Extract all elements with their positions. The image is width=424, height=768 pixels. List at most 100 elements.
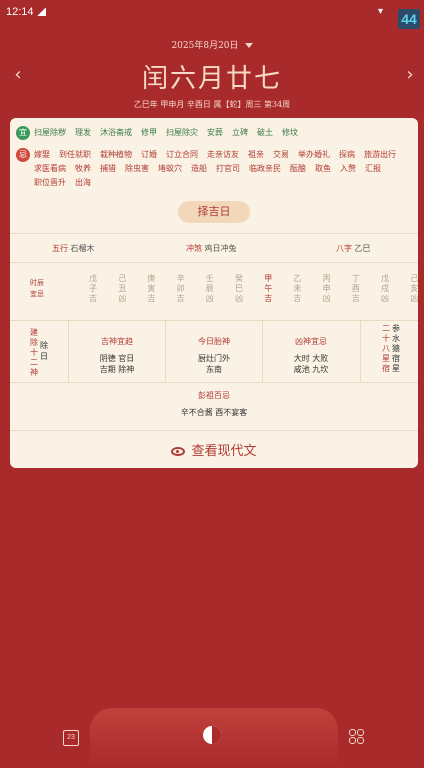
shichen-stem: 戊	[89, 274, 97, 283]
jishen-value: 阴德 官日	[99, 354, 135, 363]
ji-item: 职位晋升	[34, 178, 66, 187]
shichen-branch: 丑	[118, 284, 127, 293]
ji-item: 走亲访友	[207, 150, 239, 159]
yi-item: 修坟	[282, 128, 298, 137]
shichen-branch: 未	[293, 284, 302, 293]
shichen-header-line2: 宜忌	[30, 290, 44, 298]
yi-item: 沐浴斋戒	[100, 128, 132, 137]
ganzhi-line: 乙巳年 甲申月 辛酉日 属【蛇】周三 第34周	[133, 100, 291, 109]
calendar-icon[interactable]: 23	[63, 730, 79, 746]
jishen-block: 吉神宜趋 阴德 官日 吉期 除神	[70, 336, 164, 375]
xiu-char: 十	[382, 334, 390, 343]
chongsha-value: 鸡日冲兔	[204, 244, 237, 253]
shichen-table: 时辰 宜忌 戊子吉己丑凶庚寅吉辛卯吉壬辰凶癸巳凶甲午吉乙未吉丙申凶丁酉吉戊戌凶己…	[10, 262, 418, 320]
yi-items: 扫屋除秽 理发 沐浴斋戒 修甲 扫屋除灾 安葬 立碑 破土 修坟	[34, 126, 414, 140]
divider	[10, 382, 418, 383]
shichen-branch: 亥	[410, 284, 418, 293]
divider	[360, 320, 361, 382]
shichen-stem: 己	[410, 274, 418, 283]
jianchu-value: 除 日	[40, 340, 52, 362]
xiu-char: 宿	[382, 364, 390, 373]
shichen-branch: 卯	[176, 284, 185, 293]
yin-yang-icon[interactable]	[203, 726, 221, 744]
shichen-column: 戊戌凶	[378, 274, 392, 304]
ji-item: 旅游出行	[364, 150, 396, 159]
shichen-column: 辛卯吉	[174, 274, 188, 304]
xiu-row: 星宿	[382, 354, 404, 364]
shichen-luck: 吉	[147, 294, 156, 303]
jianchu-value-char: 日	[40, 352, 48, 361]
shichen-stem: 己	[118, 274, 127, 283]
shichen-luck: 吉	[176, 294, 185, 303]
shichen-branch: 寅	[147, 284, 156, 293]
date-selector-label: 2025年8月20日	[171, 41, 239, 51]
ji-item: 祖亲	[248, 150, 264, 159]
grid-icon[interactable]	[349, 729, 365, 745]
signal-icon	[36, 8, 46, 16]
status-bar: 12:14 ▾	[0, 0, 424, 24]
pengzu-value: 辛不合酱 酉不宴客	[180, 408, 248, 417]
yi-item: 修甲	[141, 128, 157, 137]
shichen-branch: 午	[264, 284, 273, 293]
calendar-icon-number: 23	[67, 734, 75, 741]
ji-icon: 忌	[16, 148, 30, 162]
taishen-block: 今日胎神 厨灶门外 东南	[166, 336, 262, 375]
taishen-value: 厨灶门外	[198, 354, 230, 363]
shichen-luck: 凶	[205, 294, 214, 303]
shichen-stem: 甲	[264, 274, 273, 283]
jishen-title: 吉神宜趋	[101, 337, 133, 346]
shichen-column: 壬辰凶	[203, 274, 217, 304]
ji-item: 探病	[339, 150, 355, 159]
shichen-column: 己丑凶	[115, 274, 129, 304]
ji-item: 捕猎	[100, 164, 116, 173]
shichen-column: 己亥凶	[407, 274, 418, 304]
ji-row: 忌 嫁娶 到任就职 栽种植物 订婚 订立合同 走亲访友 祖亲 交易 举办婚礼 探病 旅游出行求医看病…	[16, 148, 414, 192]
shichen-stem: 壬	[205, 274, 214, 283]
shichen-luck: 吉	[89, 294, 97, 303]
yi-item: 安葬	[207, 128, 223, 137]
divider	[10, 430, 418, 431]
shichen-column: 甲午吉	[261, 274, 275, 304]
pengzu-block: 彭祖百忌 辛不合酱 酉不宴客	[10, 390, 418, 418]
bazi-value: 乙巳	[354, 244, 371, 253]
yi-row: 宜 扫屋除秽 理发 沐浴斋戒 修甲 扫屋除灾 安葬 立碑 破土 修坟	[16, 126, 414, 142]
shichen-branch: 申	[322, 284, 331, 293]
shichen-branch: 子	[89, 284, 97, 293]
xiu-row: 宿星	[382, 364, 404, 374]
xiu-char: 猿	[392, 344, 400, 353]
ji-item: 汇报	[365, 164, 381, 173]
shichen-column: 丙申凶	[320, 274, 334, 304]
shichen-branch: 酉	[351, 284, 360, 293]
divider	[68, 320, 69, 382]
ji-item: 除虫害	[125, 164, 149, 173]
ji-item: 堵蚁穴	[158, 164, 182, 173]
shichen-stem: 庚	[147, 274, 156, 283]
xiongshen-block: 凶神宜忌 大时 大败 咸池 九坎	[263, 336, 359, 375]
shichen-column: 乙未吉	[290, 274, 304, 304]
ji-item: 出海	[75, 178, 91, 187]
xiu-char: 星	[382, 354, 390, 363]
shichen-luck: 凶	[410, 294, 418, 303]
shichen-luck: 吉	[351, 294, 360, 303]
xiu-row: 二参	[382, 324, 404, 334]
ji-item: 嫁娶	[34, 150, 50, 159]
shichen-stem: 丙	[322, 274, 331, 283]
jishen-value: 吉期 除神	[99, 365, 135, 374]
ji-item: 打官司	[216, 164, 240, 173]
xiu-char: 宿	[392, 354, 400, 363]
ji-item: 求医看病	[34, 164, 66, 173]
shichen-branch: 辰	[205, 284, 214, 293]
ji-item: 造船	[191, 164, 207, 173]
xiu-char: 星	[392, 364, 400, 373]
info-row: 五行 石榴木 冲煞 鸡日冲兔 八字 乙巳	[10, 234, 418, 262]
jianchu-char: 建	[30, 328, 38, 337]
view-modern-text-button[interactable]: 查看现代文	[10, 440, 418, 459]
xiu-block: 二参十水八猿星宿宿星	[382, 324, 404, 374]
shichen-header-line1: 时辰	[30, 279, 44, 287]
shichen-luck: 吉	[293, 294, 302, 303]
jianchu-value-char: 除	[40, 341, 48, 350]
view-modern-text-label: 查看现代文	[191, 444, 257, 459]
select-auspicious-day-button[interactable]: 择吉日	[178, 201, 250, 223]
date-selector[interactable]: 2025年8月20日	[0, 38, 424, 51]
shichen-header: 时辰 宜忌	[30, 278, 52, 300]
